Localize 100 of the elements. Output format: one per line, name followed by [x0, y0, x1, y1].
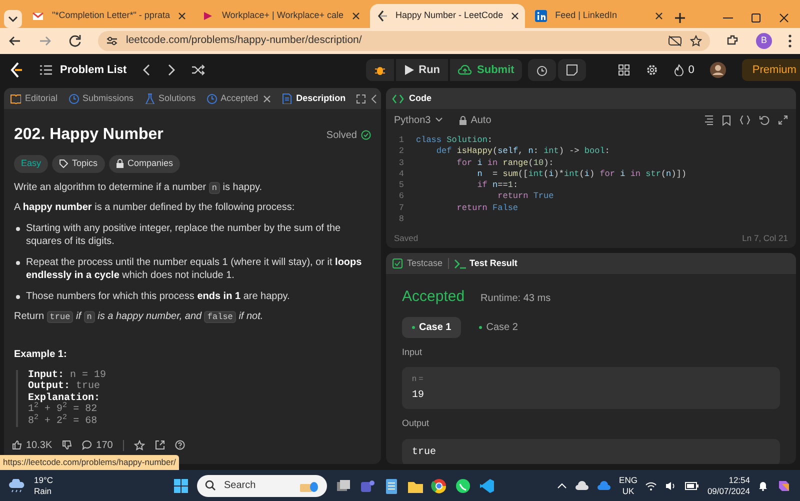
previous-icon[interactable]	[142, 64, 151, 76]
code-editor-icon[interactable]	[479, 478, 495, 494]
language-indicator[interactable]: ENG UK	[619, 475, 638, 496]
wifi-icon[interactable]	[645, 480, 658, 490]
lock-icon	[458, 116, 467, 124]
line-number: 1	[398, 135, 405, 146]
code-line: return True	[496, 191, 554, 203]
layout-grid-icon[interactable]	[618, 64, 630, 76]
history-icon	[206, 93, 217, 104]
maximize-icon[interactable]	[356, 94, 366, 104]
submit-button[interactable]: Submit	[450, 59, 522, 81]
cloud-icon[interactable]	[575, 480, 590, 490]
collapse-icon[interactable]	[370, 94, 377, 104]
user-avatar-icon[interactable]	[710, 62, 726, 78]
like-button[interactable]: 10.3K	[12, 438, 52, 452]
line-number: 2	[398, 146, 405, 158]
task-view-icon[interactable]	[335, 478, 351, 494]
chevron-up-icon[interactable]	[557, 482, 568, 490]
bell-icon[interactable]	[758, 480, 768, 491]
note-button[interactable]	[558, 59, 586, 81]
comment-icon	[82, 440, 92, 450]
thumbs-down-icon[interactable]	[62, 440, 72, 450]
close-icon[interactable]	[352, 12, 360, 20]
battery-icon[interactable]	[685, 482, 700, 490]
help-icon[interactable]	[174, 440, 185, 450]
topics-button[interactable]: Topics	[52, 155, 105, 172]
close-icon[interactable]	[511, 12, 520, 20]
browser-tab[interactable]: Feed | LinkedIn	[529, 4, 670, 28]
next-icon[interactable]	[166, 64, 175, 76]
star-icon[interactable]	[134, 440, 145, 450]
companies-button[interactable]: Companies	[108, 155, 180, 172]
premium-button[interactable]: Premium	[742, 58, 800, 82]
example-line: Output: true	[28, 381, 102, 392]
streak-counter[interactable]: 0	[674, 62, 694, 78]
panel-tab[interactable]: Submissions	[68, 92, 134, 106]
address-bar[interactable]: leetcode.com/problems/happy-number/description/	[98, 31, 710, 51]
browser-tab[interactable]: Workplace+ | Workplace+ cale	[196, 4, 366, 28]
result-verdict: Accepted	[402, 287, 465, 308]
panel-tab[interactable]: Test Result	[454, 257, 518, 271]
run-button[interactable]: Run	[396, 59, 448, 81]
panel-tab[interactable]: Accepted	[206, 92, 258, 106]
browser-tab[interactable]: "*Completion Letter*" - pprata	[26, 4, 192, 28]
weather-widget[interactable]: 19°C Rain	[8, 475, 53, 496]
line-number: 5	[398, 180, 405, 192]
history-icon	[68, 93, 79, 104]
paragraph: Write an algorithm to determine if a number n is happy.	[14, 180, 264, 194]
chat-bubble-icon[interactable]	[455, 478, 471, 494]
browser-icon[interactable]	[431, 478, 447, 494]
eye-off-icon[interactable]	[668, 35, 682, 47]
expand-icon[interactable]	[778, 115, 788, 125]
difficulty-tag: Easy	[14, 155, 48, 172]
more-icon[interactable]	[788, 34, 792, 48]
site-settings-icon	[106, 35, 118, 47]
reload-icon[interactable]	[68, 34, 82, 48]
panel-tab[interactable]: Description	[281, 92, 346, 106]
teams-icon[interactable]	[359, 478, 375, 494]
notepad-icon[interactable]	[383, 478, 399, 494]
example-line: 1$^{2}$ + 9$^{2}$ = 82	[28, 404, 98, 415]
panel-tab[interactable]: Editorial	[10, 92, 58, 106]
comments-button[interactable]: 170	[82, 438, 113, 452]
linkedin-icon	[535, 10, 548, 22]
reset-icon[interactable]	[759, 114, 770, 126]
profile-avatar[interactable]: B	[756, 33, 772, 49]
panel-tab[interactable]: Testcase	[392, 257, 443, 271]
search-field[interactable]: Search	[197, 474, 327, 496]
braces-icon[interactable]	[739, 115, 751, 125]
play-icon	[404, 65, 414, 75]
bullet-item: Those numbers for which this process ends in 1 are happy.	[14, 290, 371, 303]
leetcode-logo-icon[interactable]	[8, 61, 24, 79]
auto-mode-toggle[interactable]: Auto	[458, 112, 492, 128]
close-icon[interactable]	[655, 12, 664, 20]
alarm-button[interactable]	[528, 59, 556, 81]
tab-search-icon[interactable]	[4, 10, 22, 28]
paragraph: Return true if n is a happy number, and false if not.	[14, 310, 264, 324]
settings-icon[interactable]	[646, 64, 658, 76]
alarm-clock-icon	[536, 64, 548, 76]
problem-list-link[interactable]: Problem List	[40, 62, 127, 78]
panel-tab[interactable]: Solutions	[144, 92, 196, 106]
input-name: n =	[412, 373, 424, 386]
star-icon[interactable]	[690, 35, 702, 47]
line-number: 8	[398, 214, 405, 226]
back-icon[interactable]	[8, 34, 22, 48]
bookmark-icon[interactable]	[722, 114, 731, 126]
code-icon	[392, 94, 404, 104]
share-icon[interactable]	[154, 440, 165, 450]
format-icon[interactable]	[704, 115, 714, 125]
example-line: 8$^{2}$ + 2$^{2}$ = 68	[28, 416, 98, 427]
shuffle-icon[interactable]	[190, 64, 205, 76]
language-dropdown[interactable]: Python3	[394, 112, 443, 128]
example-line: Input: n = 19	[28, 370, 108, 381]
close-icon[interactable]	[178, 12, 186, 20]
close-icon[interactable]	[263, 94, 272, 102]
clock[interactable]: 12:54 09/07/2024	[707, 475, 750, 496]
start-icon[interactable]	[173, 478, 189, 494]
field-label: Input	[402, 346, 424, 359]
debug-button[interactable]	[366, 59, 394, 81]
flask-icon	[144, 93, 155, 104]
case-tab[interactable]: Case 1	[402, 316, 462, 338]
browser-tab[interactable]: Happy Number - LeetCode	[370, 4, 526, 28]
case-tab[interactable]: Case 2	[469, 316, 528, 338]
